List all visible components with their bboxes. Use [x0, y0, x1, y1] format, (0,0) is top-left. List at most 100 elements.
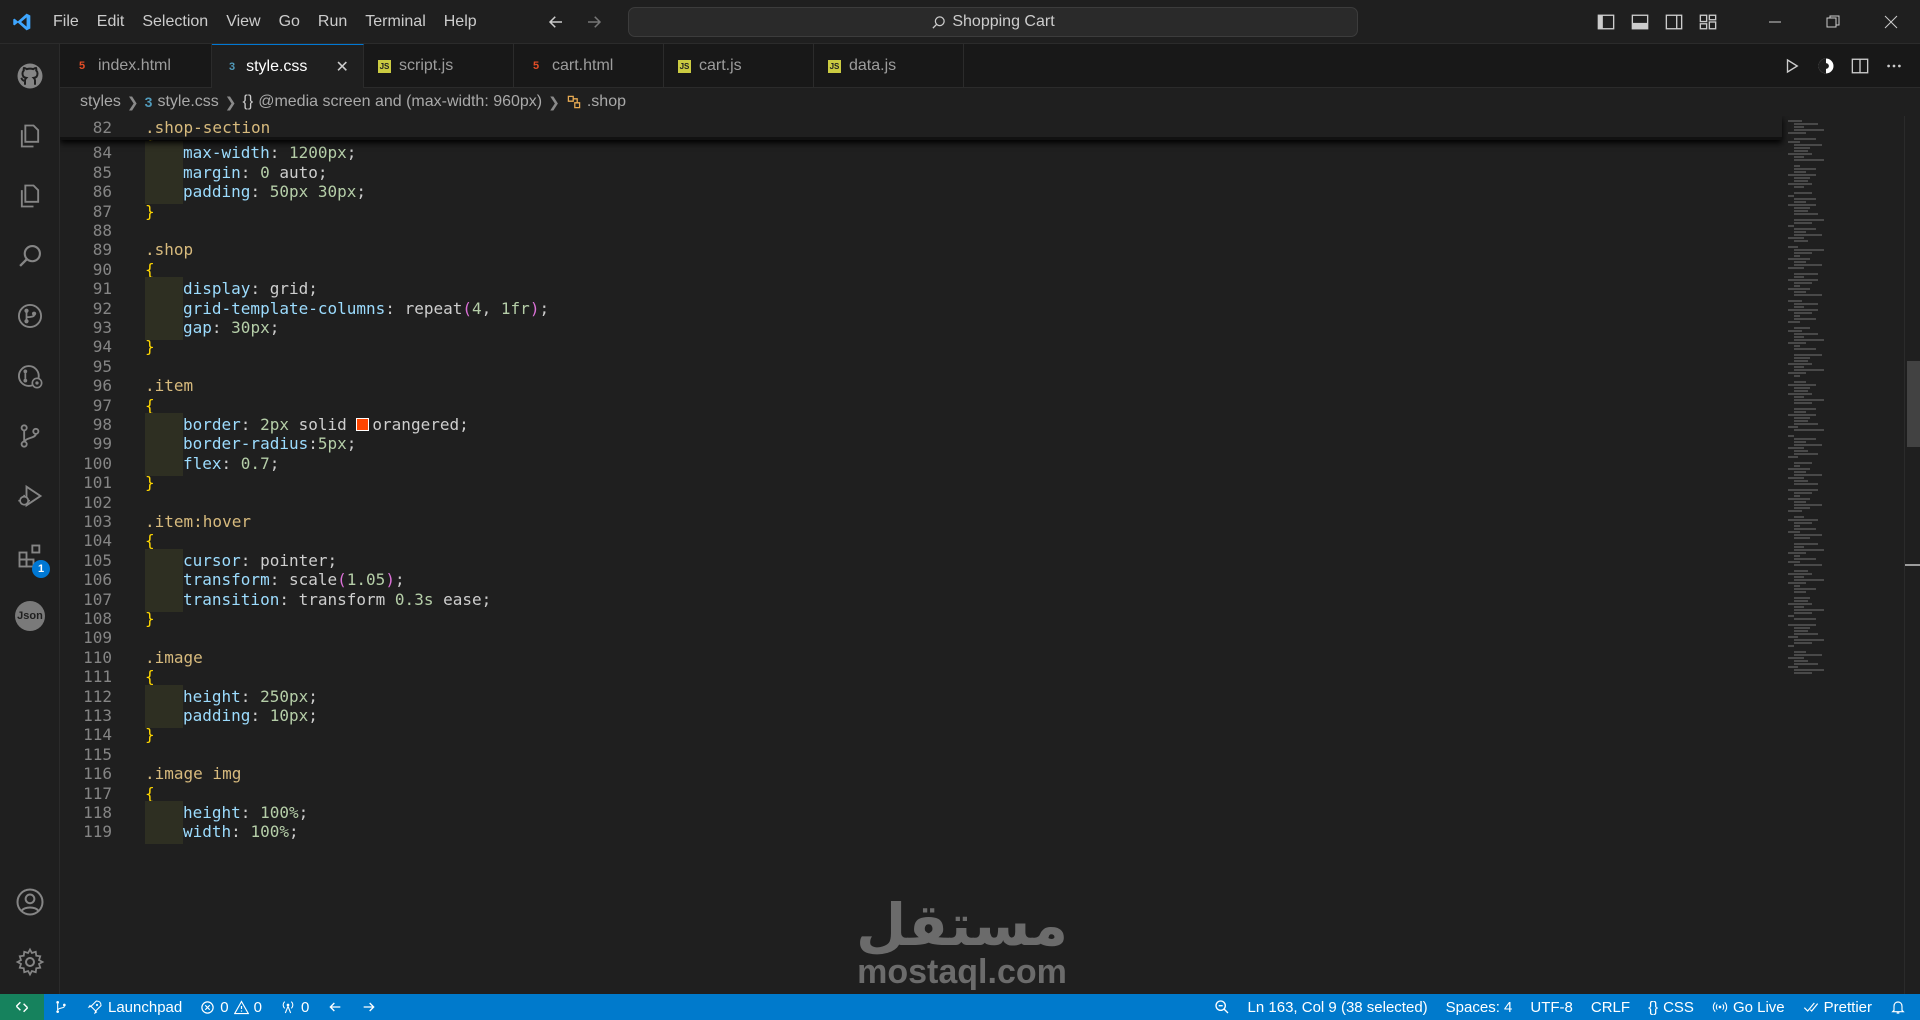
minimap-line [1788, 666, 1798, 668]
breadcrumb-folder[interactable]: styles [80, 93, 121, 111]
command-center-search[interactable]: Shopping Cart [628, 7, 1358, 37]
toggle-secondary-sidebar-icon[interactable] [1664, 12, 1684, 32]
minimap-line [1794, 138, 1816, 140]
menu-run[interactable]: Run [309, 0, 356, 44]
cursor-position[interactable]: Ln 163, Col 9 (38 selected) [1239, 994, 1437, 1020]
tab-data-js[interactable]: JS data.js [814, 44, 964, 88]
close-tab-icon[interactable]: ✕ [335, 58, 349, 76]
launchpad-status[interactable]: Launchpad [78, 994, 191, 1020]
code-token: 100% [250, 822, 289, 842]
minimap-line [1794, 420, 1808, 422]
indentation-status[interactable]: Spaces: 4 [1437, 994, 1522, 1020]
run-debug-icon[interactable] [0, 472, 60, 520]
nav-back-status-icon[interactable] [318, 994, 352, 1020]
remote-indicator-icon[interactable] [0, 994, 44, 1020]
run-file-icon[interactable] [1782, 56, 1802, 76]
sticky-scroll-line[interactable]: 82 .shop-section [60, 116, 1782, 140]
code-editor[interactable]: 82.shop-section 83{84max-width: 1200px;8… [60, 116, 1840, 994]
minimap-line [1794, 654, 1822, 656]
toggle-primary-sidebar-icon[interactable] [1596, 12, 1616, 32]
code-line[interactable]: 119 width: 100%; [60, 820, 1782, 845]
github-icon[interactable] [0, 52, 60, 100]
code-token: : [240, 686, 261, 706]
code-token: height [183, 803, 241, 822]
minimap-line [1794, 360, 1808, 362]
encoding-status[interactable]: UTF-8 [1521, 994, 1582, 1020]
minimap[interactable] [1780, 116, 1904, 994]
minimap-line [1794, 570, 1808, 572]
code-token: display [183, 279, 251, 299]
breadcrumb-symbol[interactable]: .shop [566, 93, 626, 111]
forward-arrow-icon[interactable] [584, 12, 604, 32]
compare-changes-icon[interactable] [1816, 56, 1836, 76]
menu-selection[interactable]: Selection [133, 0, 217, 44]
breadcrumb-file[interactable]: 3 style.css [145, 93, 219, 111]
minimap-line [1788, 204, 1816, 206]
git-graph-icon[interactable] [0, 352, 60, 400]
explorer-icon[interactable] [0, 112, 60, 160]
code-token: ; [327, 550, 338, 570]
minimap-line [1788, 426, 1798, 428]
chevron-right-icon: ❯ [548, 93, 560, 110]
scrollbar-thumb[interactable] [1907, 361, 1920, 447]
minimize-icon[interactable] [1746, 0, 1804, 44]
close-window-icon[interactable] [1862, 0, 1920, 44]
code-token: ; [269, 318, 280, 337]
minimap-line [1794, 396, 1804, 398]
code-token: } [145, 725, 155, 745]
problems-status[interactable]: 0 0 [191, 994, 271, 1020]
prettier-status[interactable]: Prettier [1794, 994, 1881, 1020]
menu-go[interactable]: Go [270, 0, 309, 44]
breadcrumb-media-query[interactable]: {} @media screen and (max-width: 960px) [243, 93, 543, 111]
eol-status[interactable]: CRLF [1582, 994, 1639, 1020]
tab-label: index.html [98, 57, 171, 74]
back-arrow-icon[interactable] [546, 12, 566, 32]
menu-view[interactable]: View [217, 0, 269, 44]
go-live-status[interactable]: Go Live [1703, 994, 1794, 1020]
code-token: } [145, 201, 155, 221]
toggle-panel-icon[interactable] [1630, 12, 1650, 32]
menu-file[interactable]: File [44, 0, 88, 44]
code-token: .shop [145, 240, 194, 260]
split-editor-icon[interactable] [1850, 56, 1870, 76]
code-token: ; [308, 686, 318, 706]
minimap-line [1794, 228, 1816, 230]
settings-gear-icon[interactable] [0, 938, 60, 986]
source-control-icon[interactable] [0, 412, 60, 460]
tab-script-js[interactable]: JS script.js [364, 44, 514, 88]
notifications-bell-icon[interactable] [1881, 994, 1920, 1020]
menu-help[interactable]: Help [435, 0, 486, 44]
minimap-line [1794, 639, 1824, 641]
code-token: : [269, 143, 289, 163]
tab-cart-html[interactable]: 5 cart.html [514, 44, 664, 88]
code-token: 250px [260, 686, 309, 706]
search-icon[interactable] [0, 232, 60, 280]
zoom-out-icon[interactable] [1205, 994, 1239, 1020]
minimap-line [1788, 447, 1804, 449]
language-mode-status[interactable]: {} CSS [1639, 994, 1703, 1020]
gitlens-icon[interactable] [0, 292, 60, 340]
json-icon[interactable]: Json [0, 592, 60, 640]
minimap-line [1794, 369, 1824, 371]
tab-cart-js[interactable]: JS cart.js [664, 44, 814, 88]
extensions-icon[interactable]: 1 [0, 532, 60, 580]
code-token: repeat [404, 298, 463, 318]
customize-layout-icon[interactable] [1698, 12, 1718, 32]
accounts-icon[interactable] [0, 878, 60, 926]
tab-index-html[interactable]: 5 index.html [60, 44, 212, 88]
breadcrumb-symbol-label: .shop [586, 93, 626, 110]
explorer-secondary-icon[interactable] [0, 172, 60, 220]
restore-icon[interactable] [1804, 0, 1862, 44]
git-graph-status[interactable] [44, 994, 78, 1020]
menu-edit[interactable]: Edit [88, 0, 134, 44]
minimap-line [1794, 198, 1816, 200]
vertical-scrollbar[interactable] [1904, 116, 1920, 994]
minimap-line [1788, 174, 1816, 176]
tab-style-css[interactable]: 3 style.css ✕ [212, 44, 364, 88]
menu-terminal[interactable]: Terminal [356, 0, 434, 44]
more-actions-icon[interactable] [1884, 56, 1904, 76]
ports-status[interactable]: 0 [271, 994, 318, 1020]
nav-forward-status-icon[interactable] [352, 994, 386, 1020]
color-swatch[interactable] [356, 418, 370, 431]
minimap-line [1788, 132, 1806, 134]
